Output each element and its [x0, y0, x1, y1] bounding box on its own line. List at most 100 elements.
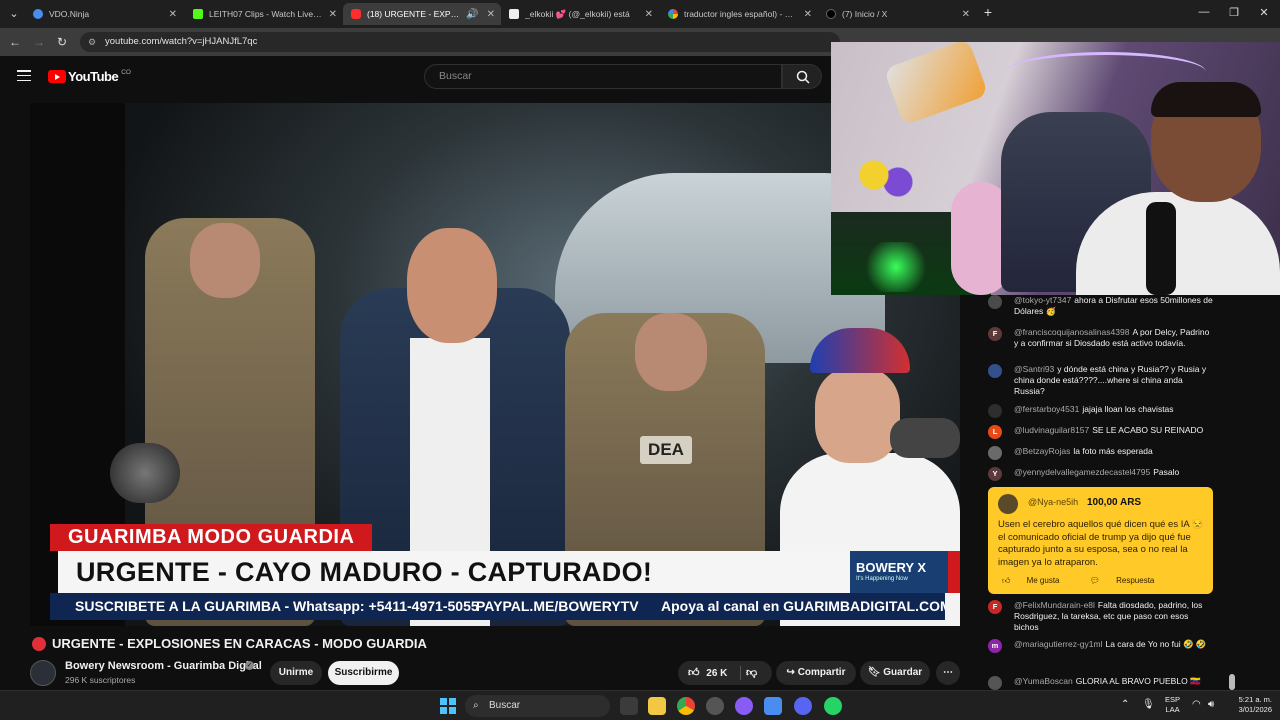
- chat-avatar: [988, 295, 1002, 309]
- chat-text: jajaja lloan los chavistas: [1082, 404, 1174, 414]
- restore-icon[interactable]: ❐: [1226, 6, 1242, 19]
- venezuela-cap: [810, 328, 910, 373]
- app-icon[interactable]: [735, 697, 753, 715]
- menu-icon[interactable]: [17, 70, 31, 82]
- chat-message: L @ludvinaguilar8157 SE LE ACABO SU REINA…: [988, 425, 1214, 439]
- close-tab-icon[interactable]: ✕: [645, 9, 653, 20]
- close-tab-icon[interactable]: ✕: [487, 9, 495, 20]
- superchat-amount: 100,00 ARS: [1087, 497, 1142, 508]
- webcam-overlay-image: [831, 42, 1280, 295]
- like-button[interactable]: 👍︎ 26 K 👎︎: [678, 661, 772, 685]
- chat-text: SE LE ACABO SU REINADO: [1092, 425, 1204, 435]
- chat-author: @ferstarboy4531: [1014, 404, 1080, 414]
- superchat-reply-button[interactable]: 💬︎ Respuesta: [1090, 576, 1169, 585]
- chat-message: F @FelixMundarain-e8l Falta diosdado, pad…: [988, 600, 1214, 632]
- store-icon[interactable]: [620, 697, 638, 715]
- back-arrow-icon[interactable]: ←: [9, 35, 21, 49]
- close-tab-icon[interactable]: ✕: [962, 9, 970, 20]
- channel-avatar[interactable]: [30, 660, 56, 686]
- chat-avatar: Y: [988, 467, 1002, 481]
- video-player[interactable]: DEA GUARIMBA MODO GUARDIA URGENTE - CAYO…: [30, 103, 960, 626]
- youtube-icon: [351, 9, 361, 19]
- forward-arrow-icon[interactable]: →: [33, 35, 45, 49]
- channel-name[interactable]: Bowery Newsroom - Guarimba Digital: [65, 660, 262, 672]
- verified-icon: ✓: [245, 661, 254, 670]
- blurred-face-image: [190, 223, 260, 298]
- chat-scrollbar[interactable]: [1229, 674, 1235, 690]
- person-hair: [1151, 82, 1261, 117]
- window-close-icon[interactable]: ✕: [1256, 6, 1272, 19]
- new-tab-button[interactable]: +: [980, 4, 996, 20]
- chat-author: @tokyo-yt7347: [1014, 295, 1072, 305]
- clock-time: 5:21 a. m.: [1238, 695, 1272, 704]
- tab-youtube-active[interactable]: (18) URGENTE - EXPLOSIONES 🔊 ✕: [343, 3, 501, 25]
- join-button[interactable]: Unirme: [270, 661, 322, 685]
- bowery-logo-tagline: It's Happening Now: [856, 576, 908, 582]
- search-input[interactable]: Buscar: [424, 64, 782, 89]
- close-tab-icon[interactable]: ✕: [329, 9, 337, 20]
- chat-author: @franciscoquijanosalinas4398: [1014, 327, 1130, 337]
- chat-avatar: [988, 404, 1002, 418]
- share-icon: ↪: [786, 667, 795, 678]
- video-title: URGENTE - EXPLOSIONES EN CARACAS - MODO …: [52, 636, 427, 651]
- like-label: Me gusta: [1026, 576, 1060, 585]
- tab-kick[interactable]: LEITH07 Clips - Watch Live on Kick ✕: [185, 3, 343, 25]
- close-tab-icon[interactable]: ✕: [169, 9, 177, 20]
- search-button[interactable]: [782, 64, 822, 89]
- minimize-icon[interactable]: —: [1196, 6, 1212, 18]
- thumbs-down-icon[interactable]: 👎︎: [746, 661, 757, 685]
- whatsapp-icon[interactable]: [824, 697, 842, 715]
- chrome-icon[interactable]: [677, 697, 695, 715]
- save-button[interactable]: 🔖︎ Guardar: [860, 661, 930, 685]
- discord-icon[interactable]: [794, 697, 812, 715]
- tab-vdo-ninja[interactable]: VDO.Ninja ✕: [25, 3, 183, 25]
- search-icon: ⌕: [473, 700, 479, 711]
- google-icon: [668, 9, 678, 19]
- reload-icon[interactable]: ↻: [57, 35, 67, 49]
- tray-chevron-icon[interactable]: ⌃: [1121, 699, 1129, 710]
- subscribe-button[interactable]: Suscribirme: [328, 661, 399, 685]
- language-indicator[interactable]: ESP LAA: [1165, 695, 1180, 715]
- clock[interactable]: 5:21 a. m. 3/01/2026: [1226, 695, 1272, 715]
- url-text: youtube.com/watch?v=jHJANJfL7qc: [105, 36, 258, 47]
- chat-author: @FelixMundarain-e8l: [1014, 600, 1095, 610]
- thumbs-up-icon: 👍︎: [1002, 576, 1013, 585]
- address-bar[interactable]: ⚙ youtube.com/watch?v=jHJANJfL7qc: [80, 32, 840, 52]
- chat-text: GLORIA AL BRAVO PUEBLO 🇻🇪: [1075, 676, 1201, 686]
- volume-icon[interactable]: 🔊︎: [1208, 699, 1214, 710]
- windows-start-icon[interactable]: [440, 698, 456, 714]
- wifi-icon[interactable]: ◠: [1192, 699, 1201, 710]
- tiktok-icon: [509, 9, 519, 19]
- tab-x[interactable]: (7) Inicio / X ✕: [818, 3, 976, 25]
- superchat-like-button[interactable]: 👍︎ Me gusta: [1002, 576, 1074, 585]
- chat-message: F @franciscoquijanosalinas4398 A por Delc…: [988, 327, 1214, 349]
- site-info-icon[interactable]: ⚙: [88, 32, 96, 52]
- folder-icon[interactable]: [648, 697, 666, 715]
- taskbar-search-label: Buscar: [489, 700, 521, 711]
- chat-author: @ludvinaguilar8157: [1014, 425, 1090, 435]
- bookmark-icon: 🔖︎: [867, 667, 881, 678]
- chat-message: @YumaBoscan GLORIA AL BRAVO PUEBLO 🇻🇪: [988, 676, 1214, 690]
- chat-author: @yennydelvallegamezdecastel4795: [1014, 467, 1151, 477]
- speaker-icon[interactable]: 🔊: [466, 9, 478, 20]
- tab-google[interactable]: traductor ingles español) - Buscar con G…: [660, 3, 818, 25]
- chat-message: @ferstarboy4531 jajaja lloan los chavista…: [988, 404, 1214, 418]
- tab-tiktok[interactable]: _elkokii 💕 (@_elkokii) está ✕: [501, 3, 659, 25]
- microphone-icon[interactable]: 🎙︎: [1142, 699, 1155, 710]
- obs-icon[interactable]: [706, 697, 724, 715]
- tab-search-icon[interactable]: ⌄: [6, 7, 22, 20]
- more-actions-button[interactable]: ⋯: [936, 661, 960, 685]
- chat-avatar: F: [988, 600, 1002, 614]
- bowery-logo-text: BOWERY X: [856, 560, 927, 575]
- microphone-image: [110, 443, 180, 503]
- chat-author: @BetzayRojas: [1014, 446, 1071, 456]
- superchat-card[interactable]: @Nya-ne5ih 100,00 ARS Usen el cerebro aq…: [988, 487, 1213, 594]
- share-button[interactable]: ↪ Compartir: [776, 661, 856, 685]
- notes-icon[interactable]: [764, 697, 782, 715]
- close-tab-icon[interactable]: ✕: [804, 9, 812, 20]
- superchat-actions: 👍︎ Me gusta 💬︎ Respuesta: [1002, 576, 1182, 586]
- taskbar-search[interactable]: ⌕ Buscar: [465, 695, 610, 717]
- banner-headline: URGENTE - CAYO MADURO - CAPTURADO!: [58, 551, 850, 593]
- youtube-logo[interactable]: YouTube CO: [48, 69, 131, 84]
- chat-text: La cara de Yo no fui 🤣 🤣: [1105, 639, 1207, 649]
